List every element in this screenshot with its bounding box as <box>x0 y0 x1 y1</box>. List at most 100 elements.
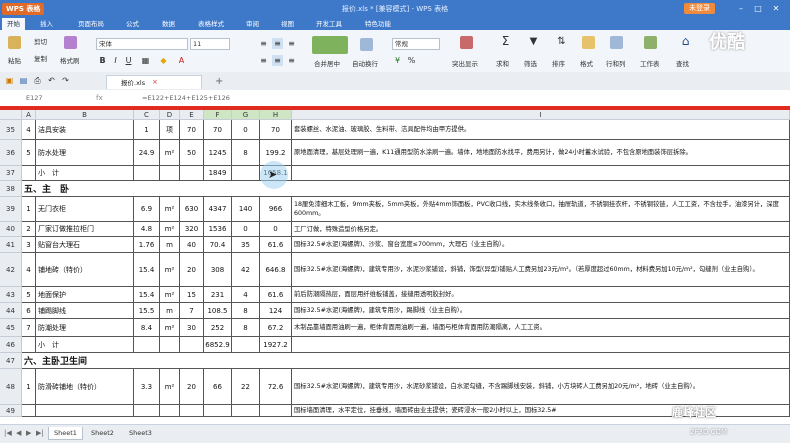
table-cell[interactable]: m² <box>160 197 180 222</box>
menu-data[interactable]: 数据 <box>162 18 175 30</box>
row-header[interactable]: 41 <box>0 237 22 253</box>
table-cell[interactable]: m² <box>160 287 180 303</box>
worksheet-icon[interactable] <box>644 36 657 49</box>
table-cell[interactable]: 1927.2 <box>260 337 292 353</box>
table-cell[interactable]: 3 <box>22 237 36 253</box>
table-cell[interactable]: 7 <box>180 303 204 319</box>
row-header[interactable]: 37 <box>0 166 22 181</box>
table-cell[interactable]: 61.6 <box>260 287 292 303</box>
table-cell[interactable]: 40 <box>180 237 204 253</box>
table-cell[interactable]: m <box>160 303 180 319</box>
table-cell[interactable]: 15.5 <box>134 303 160 319</box>
menu-review[interactable]: 审阅 <box>246 18 259 30</box>
table-cell[interactable]: 1536 <box>204 222 232 237</box>
sheet-tab-1[interactable]: Sheet1 <box>48 427 83 440</box>
menu-start[interactable]: 开始 <box>2 18 25 30</box>
table-cell[interactable] <box>160 405 180 417</box>
redo-icon[interactable]: ↷ <box>60 75 71 86</box>
menu-developer[interactable]: 开发工具 <box>316 18 342 30</box>
conditional-format-icon[interactable] <box>460 36 473 49</box>
fill-color-icon[interactable]: ◆ <box>158 55 169 66</box>
print-icon[interactable]: ⎙ <box>32 75 43 86</box>
table-cell[interactable]: 国标32.5#水泥(海螺牌)，建筑专用沙，水泥砂浆铺设，白水泥勾缝，不含踢脚线安… <box>292 369 790 405</box>
spreadsheet-grid[interactable]: A B C D E F G H I 35 4 洁具安装 1 项 70 70 0 70 套装螺丝、水泥油、玻璃胶、生料… <box>0 110 790 424</box>
column-header[interactable]: E <box>180 110 204 120</box>
table-cell[interactable] <box>134 166 160 181</box>
table-cell[interactable]: 防水处理 <box>36 140 134 166</box>
table-cell[interactable]: 7 <box>22 319 36 337</box>
table-cell[interactable]: 66 <box>204 369 232 405</box>
table-cell[interactable] <box>180 337 204 353</box>
table-cell[interactable]: 15.4 <box>134 253 160 287</box>
row-header[interactable]: 47 <box>0 353 22 369</box>
table-cell[interactable] <box>134 337 160 353</box>
table-cell[interactable]: 原地面清理，基层处理刷一遍，K11通用型防水涂刷一遍。墙体，地地面防水找平，费用… <box>292 140 790 166</box>
table-cell[interactable] <box>160 166 180 181</box>
row-header[interactable]: 42 <box>0 253 22 287</box>
row-header[interactable]: 44 <box>0 303 22 319</box>
table-cell[interactable]: 22 <box>232 369 260 405</box>
table-cell[interactable] <box>22 337 36 353</box>
table-cell[interactable]: 20 <box>180 253 204 287</box>
row-header[interactable]: 43 <box>0 287 22 303</box>
table-cell[interactable]: 8 <box>232 303 260 319</box>
table-cell[interactable]: 5 <box>22 140 36 166</box>
row-header[interactable]: 36 <box>0 140 22 166</box>
table-cell[interactable]: 国标32.5#水泥(海螺牌)，建筑专用沙，水泥沙浆铺设，斜铺，饰型(异型)铺贴人… <box>292 253 790 287</box>
table-cell[interactable]: 5 <box>22 287 36 303</box>
menu-formula[interactable]: 公式 <box>126 18 139 30</box>
format-icon[interactable] <box>582 36 595 49</box>
table-cell[interactable] <box>232 166 260 181</box>
sum-icon[interactable]: Σ <box>500 35 511 47</box>
table-cell[interactable] <box>22 405 36 417</box>
folder-icon[interactable]: ▣ <box>4 75 15 86</box>
table-cell[interactable]: 6 <box>22 303 36 319</box>
table-cell[interactable]: 地面保护 <box>36 287 134 303</box>
table-cell[interactable]: 小 计 <box>36 166 134 181</box>
table-cell[interactable]: 木制品靠墙面用油刷一遍，柜体背面用油刷一遍，墙面与柜体背面用防潮隔离，人工工资。 <box>292 319 790 337</box>
select-all-corner[interactable] <box>0 110 22 120</box>
table-cell[interactable] <box>232 337 260 353</box>
table-cell[interactable] <box>260 405 292 417</box>
new-tab-icon[interactable]: + <box>215 75 223 89</box>
font-name-select[interactable]: 宋体 <box>96 38 188 50</box>
sheet-tab-3[interactable]: Sheet3 <box>124 427 157 439</box>
table-cell[interactable]: 30 <box>180 319 204 337</box>
font-color-icon[interactable]: A <box>176 55 187 66</box>
table-cell[interactable]: 966 <box>260 197 292 222</box>
table-cell[interactable]: 工厂订做，特殊造型价格另定。 <box>292 222 790 237</box>
wrap-text-icon[interactable] <box>360 38 373 51</box>
table-cell[interactable]: 1849 <box>204 166 232 181</box>
currency-icon[interactable]: ¥ <box>392 55 403 66</box>
table-cell[interactable]: 铺地砖（特价） <box>36 253 134 287</box>
table-cell[interactable]: m² <box>160 369 180 405</box>
menu-table-style[interactable]: 表格样式 <box>198 18 224 30</box>
table-cell[interactable]: 1 <box>134 120 160 140</box>
cut-button[interactable]: 剪切 <box>34 36 47 46</box>
table-cell[interactable] <box>36 405 134 417</box>
table-cell[interactable]: 国标32.5#水泥(海螺牌)，建筑专用沙，踢脚线（业主自购）。 <box>292 303 790 319</box>
table-cell[interactable]: 贴窗台大理石 <box>36 237 134 253</box>
table-cell[interactable]: 15 <box>180 287 204 303</box>
table-cell[interactable]: 无门衣柜 <box>36 197 134 222</box>
table-cell[interactable]: 124 <box>260 303 292 319</box>
filter-icon[interactable]: ▼ <box>528 36 539 47</box>
table-cell[interactable]: 6852.9 <box>204 337 232 353</box>
table-cell[interactable]: 1 <box>22 369 36 405</box>
table-cell[interactable]: 8 <box>232 140 260 166</box>
paste-icon[interactable] <box>8 36 21 49</box>
table-cell[interactable]: 15.4 <box>134 287 160 303</box>
prev-sheet-icon[interactable]: ◀ <box>16 429 21 437</box>
column-header[interactable]: G <box>232 110 260 120</box>
minimize-icon[interactable]: – <box>735 3 747 15</box>
table-cell[interactable]: 231 <box>204 287 232 303</box>
row-header[interactable]: 38 <box>0 181 22 197</box>
table-cell[interactable]: 小 计 <box>36 337 134 353</box>
table-cell[interactable]: 72.6 <box>260 369 292 405</box>
percent-icon[interactable]: % <box>406 55 417 66</box>
align-right-icon[interactable]: ≡ <box>286 55 297 66</box>
menu-view[interactable]: 视图 <box>281 18 294 30</box>
number-format-select[interactable]: 常规 <box>392 38 440 50</box>
section-heading[interactable]: 六、主卧卫生间 <box>22 353 790 369</box>
align-center-icon[interactable]: ≡ <box>272 55 283 66</box>
